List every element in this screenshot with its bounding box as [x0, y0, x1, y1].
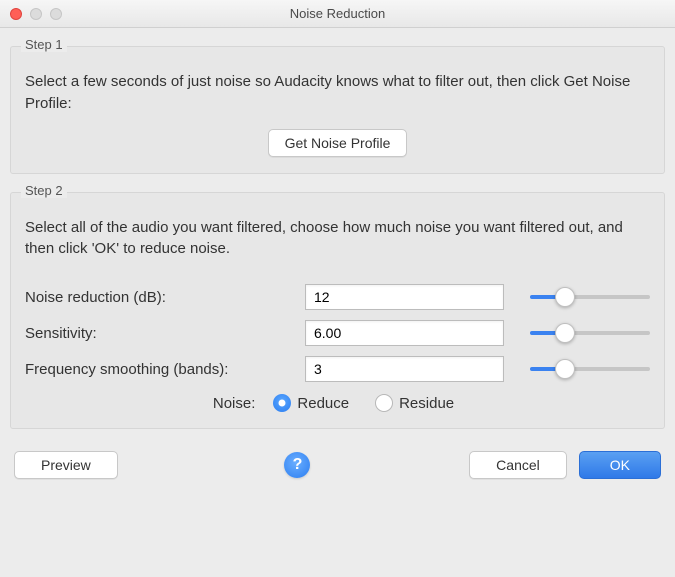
preview-button[interactable]: Preview [14, 451, 118, 479]
minimize-window-button [30, 8, 42, 20]
help-icon[interactable]: ? [284, 452, 310, 478]
get-noise-profile-button[interactable]: Get Noise Profile [268, 129, 408, 157]
noise-reduction-row: Noise reduction (dB): [25, 284, 650, 310]
noise-reduction-label: Noise reduction (dB): [25, 289, 295, 306]
step2-label: Step 2 [21, 183, 67, 198]
residue-radio-label: Residue [399, 395, 454, 412]
ok-button[interactable]: OK [579, 451, 661, 479]
noise-reduction-input[interactable] [305, 284, 504, 310]
cancel-button[interactable]: Cancel [469, 451, 567, 479]
window-title: Noise Reduction [0, 6, 675, 21]
noise-label: Noise: [213, 395, 256, 412]
step2-group: Step 2 Select all of the audio you want … [10, 192, 665, 430]
residue-radio[interactable]: Residue [375, 394, 454, 412]
frequency-smoothing-slider[interactable] [530, 367, 650, 371]
reduce-radio[interactable]: Reduce [273, 394, 349, 412]
traffic-lights [0, 8, 62, 20]
frequency-smoothing-row: Frequency smoothing (bands): [25, 356, 650, 382]
step1-text: Select a few seconds of just noise so Au… [25, 71, 650, 115]
step2-text: Select all of the audio you want filtere… [25, 217, 650, 261]
noise-reduction-slider[interactable] [530, 295, 650, 299]
reduce-radio-label: Reduce [297, 395, 349, 412]
sensitivity-label: Sensitivity: [25, 325, 295, 342]
sensitivity-input[interactable] [305, 320, 504, 346]
sensitivity-row: Sensitivity: [25, 320, 650, 346]
noise-radio-row: Noise: Reduce Residue [25, 394, 650, 412]
zoom-window-button [50, 8, 62, 20]
frequency-smoothing-input[interactable] [305, 356, 504, 382]
footer: Preview ? Cancel OK [0, 429, 675, 493]
close-window-button[interactable] [10, 8, 22, 20]
radio-checked-icon [273, 394, 291, 412]
step1-group: Step 1 Select a few seconds of just nois… [10, 46, 665, 174]
sensitivity-slider[interactable] [530, 331, 650, 335]
step1-label: Step 1 [21, 37, 67, 52]
radio-unchecked-icon [375, 394, 393, 412]
titlebar: Noise Reduction [0, 0, 675, 28]
frequency-smoothing-label: Frequency smoothing (bands): [25, 361, 295, 378]
